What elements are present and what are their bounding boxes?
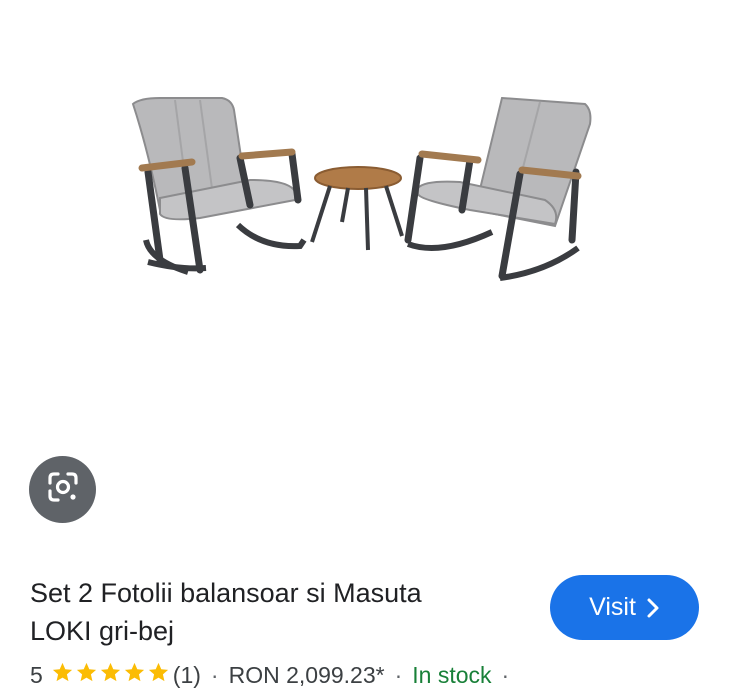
star-icon: [75, 661, 99, 690]
left-chair: [131, 97, 307, 275]
visit-button-label: Visit: [589, 593, 636, 621]
side-table: [310, 166, 404, 251]
product-title-line-2: LOKI gri-bej: [30, 616, 175, 646]
rating-value: 5: [30, 661, 43, 688]
google-lens-icon: [44, 468, 82, 511]
product-title-line-1: Set 2 Fotolii balansoar si Masuta: [30, 578, 422, 608]
right-chair: [404, 96, 592, 281]
visit-button[interactable]: Visit: [550, 575, 699, 640]
separator: ·: [210, 661, 219, 688]
star-icon: [99, 661, 123, 690]
star-icon: [123, 661, 147, 690]
product-meta-row: 5 (1) · RON 2,099.23* · In stock ·: [30, 658, 519, 692]
review-count[interactable]: (1): [173, 662, 201, 689]
rocking-chair-set-illustration: [131, 96, 592, 281]
stock-status: In stock: [412, 661, 492, 688]
chevron-right-icon: [646, 597, 660, 619]
price: RON 2,099.23*: [228, 661, 385, 688]
product-image[interactable]: [0, 0, 729, 440]
separator: ·: [394, 661, 403, 688]
product-title[interactable]: Set 2 Fotolii balansoar si Masuta LOKI g…: [30, 574, 530, 650]
star-rating: [51, 661, 171, 690]
google-lens-button[interactable]: [29, 456, 96, 523]
separator: ·: [501, 661, 510, 688]
star-icon: [51, 661, 75, 690]
star-icon: [147, 661, 171, 690]
